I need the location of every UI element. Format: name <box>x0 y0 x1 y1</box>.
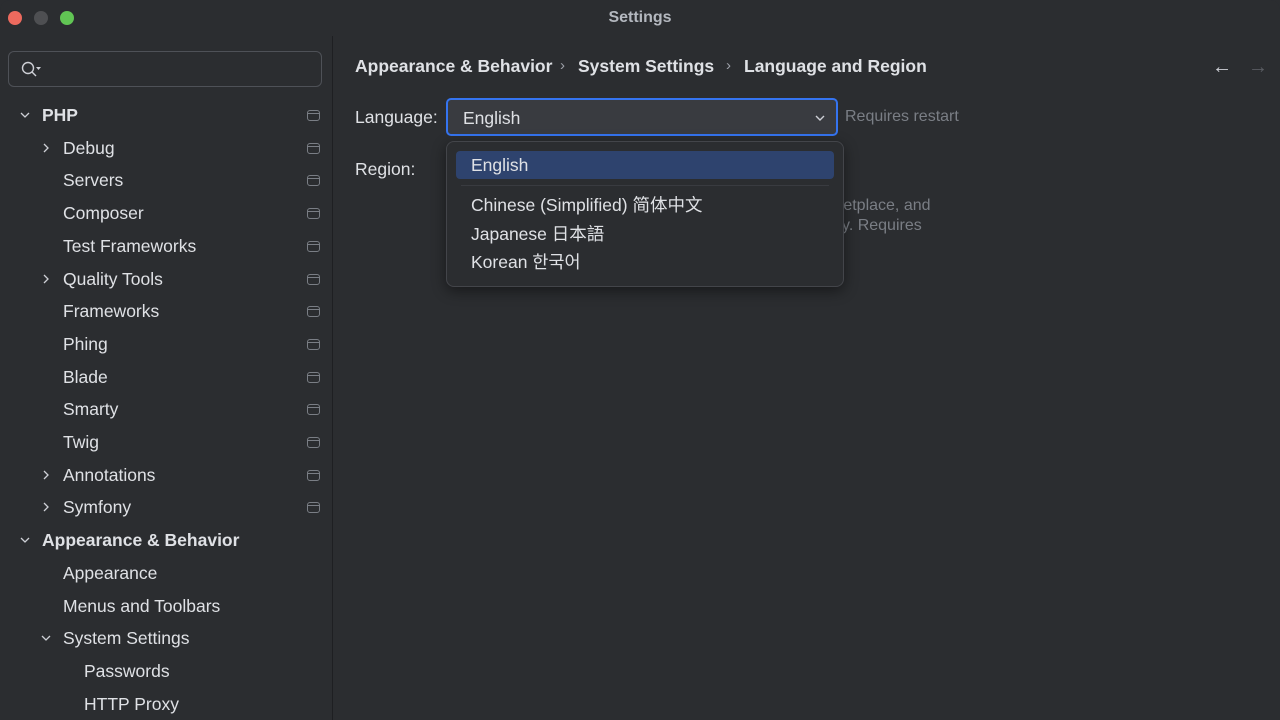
project-level-icon <box>307 208 320 220</box>
sidebar-item[interactable]: Smarty <box>0 394 333 424</box>
sidebar-item-label: Annotations <box>63 464 156 485</box>
language-dropdown[interactable]: English <box>446 98 838 136</box>
settings-search-input[interactable] <box>8 51 322 87</box>
sidebar-item[interactable]: HTTP Proxy <box>0 689 333 719</box>
project-level-icon <box>307 371 320 383</box>
sidebar-item-label: Test Frameworks <box>63 235 197 256</box>
project-level-icon <box>307 469 320 481</box>
sidebar-item[interactable]: Appearance & Behavior <box>0 525 333 555</box>
project-level-icon <box>307 306 320 318</box>
forward-arrow-icon[interactable]: → <box>1248 56 1268 79</box>
chevron-right-icon[interactable] <box>40 469 52 481</box>
sidebar-item-label: Frameworks <box>63 301 160 322</box>
region-description-line: y. Requires <box>842 217 922 234</box>
project-level-icon <box>307 142 320 154</box>
settings-window: Settings PHP Debug Servers Composer Test Fra… <box>0 0 1280 720</box>
options-divider <box>461 185 829 186</box>
region-label: Region: <box>355 159 416 179</box>
sidebar-item-label: Symfony <box>63 497 132 518</box>
chevron-down-icon[interactable] <box>19 534 31 546</box>
sidebar-item-label: Appearance <box>63 562 158 583</box>
sidebar-item-label: Phing <box>63 333 108 354</box>
language-option-chinese[interactable]: Chinese (Simplified) 简体中文 <box>456 191 834 219</box>
chevron-right-icon[interactable] <box>40 142 52 154</box>
region-description-line: rketplace, and <box>830 197 931 214</box>
sidebar-item[interactable]: Symfony <box>0 492 333 522</box>
language-selected-value: English <box>463 108 521 128</box>
sidebar-item-label: Menus and Toolbars <box>63 595 221 616</box>
sidebar-item[interactable]: PHP <box>0 100 333 130</box>
language-option-english[interactable]: English <box>456 151 834 179</box>
sidebar-item-label: HTTP Proxy <box>84 693 179 714</box>
sidebar-item[interactable]: Annotations <box>0 460 333 490</box>
sidebar-item-label: Twig <box>63 432 99 452</box>
sidebar-item[interactable]: Test Frameworks <box>0 231 333 261</box>
breadcrumb-item[interactable]: Appearance & Behavior <box>355 56 552 77</box>
requires-restart-hint: Requires restart <box>845 108 959 125</box>
sidebar-item[interactable]: Appearance <box>0 558 333 588</box>
project-level-icon <box>307 437 320 448</box>
title-bar: Settings <box>0 0 1280 36</box>
sidebar-item[interactable]: Phing <box>0 329 333 359</box>
settings-content: Appearance & Behavior › System Settings … <box>334 36 1280 720</box>
sidebar-item[interactable]: Twig <box>0 427 333 457</box>
sidebar-item[interactable]: Menus and Toolbars <box>0 591 333 621</box>
chevron-right-icon[interactable] <box>40 501 52 513</box>
sidebar-item-label: Debug <box>63 137 115 158</box>
sidebar-item[interactable]: Quality Tools <box>0 264 333 294</box>
project-level-icon <box>307 502 320 514</box>
sidebar-item-label: Appearance & Behavior <box>42 530 240 551</box>
chevron-down-icon[interactable] <box>19 109 31 121</box>
sidebar-item-label: Quality Tools <box>63 268 163 289</box>
sidebar-item[interactable]: Blade <box>0 362 333 392</box>
breadcrumb-item[interactable]: System Settings <box>578 56 714 77</box>
language-option-korean[interactable]: Korean 한국어 <box>456 248 834 276</box>
sidebar-item[interactable]: Frameworks <box>0 296 333 326</box>
project-level-icon <box>307 273 320 285</box>
breadcrumb-separator: › <box>560 57 565 74</box>
project-level-icon <box>307 110 320 121</box>
search-icon <box>21 61 41 77</box>
sidebar-item-label: System Settings <box>63 628 190 649</box>
sidebar-item-label: Smarty <box>63 399 119 420</box>
back-arrow-icon[interactable]: ← <box>1212 56 1232 79</box>
sidebar-item[interactable]: Servers <box>0 165 333 195</box>
sidebar-item[interactable]: Composer <box>0 198 333 228</box>
chevron-right-icon[interactable] <box>40 273 52 285</box>
chevron-down-icon[interactable] <box>40 632 52 644</box>
language-label: Language: <box>355 107 438 127</box>
sidebar-item-label: Servers <box>63 170 124 191</box>
breadcrumb-separator: › <box>726 57 731 74</box>
sidebar-item[interactable]: Debug <box>0 133 333 163</box>
project-level-icon <box>307 338 320 350</box>
sidebar-item[interactable]: Passwords <box>0 656 333 686</box>
project-level-icon <box>307 175 320 187</box>
sidebar-item-label: Blade <box>63 366 108 387</box>
language-options-popup: English Chinese (Simplified) 简体中文 Japane… <box>446 141 844 287</box>
sidebar-item-label: Composer <box>63 203 144 224</box>
breadcrumb-current: Language and Region <box>744 56 927 76</box>
sidebar-item-label: Passwords <box>84 660 170 681</box>
settings-sidebar: PHP Debug Servers Composer Test Frameworks Qu… <box>0 36 333 720</box>
chevron-down-icon <box>815 115 825 121</box>
project-level-icon <box>307 404 320 416</box>
project-level-icon <box>307 240 320 252</box>
sidebar-item-label: PHP <box>42 105 78 125</box>
window-title: Settings <box>608 9 672 26</box>
language-option-japanese[interactable]: Japanese 日本語 <box>456 220 834 248</box>
sidebar-item[interactable]: System Settings <box>0 623 333 653</box>
